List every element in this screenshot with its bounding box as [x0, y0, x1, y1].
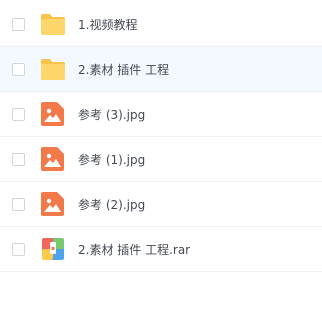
file-row-6[interactable]: 2.素材 插件 工程.rar: [0, 227, 322, 272]
file-name[interactable]: 参考 (1).jpg: [78, 151, 145, 168]
file-row-4[interactable]: 参考 (1).jpg: [0, 137, 322, 182]
row-checkbox[interactable]: [12, 152, 25, 166]
file-row-5[interactable]: 参考 (2).jpg: [0, 182, 322, 227]
image-icon: [40, 147, 66, 171]
image-icon: [40, 102, 66, 126]
row-checkbox[interactable]: [12, 197, 25, 211]
file-row-1[interactable]: 1.视频教程: [0, 2, 322, 47]
file-row-3[interactable]: 参考 (3).jpg: [0, 92, 322, 137]
folder-icon: [40, 12, 66, 36]
image-icon: [40, 192, 66, 216]
row-checkbox[interactable]: [12, 107, 25, 121]
archive-icon: [40, 237, 66, 261]
row-checkbox[interactable]: [12, 242, 25, 256]
file-name[interactable]: 1.视频教程: [78, 16, 137, 33]
file-name[interactable]: 2.素材 插件 工程: [78, 61, 169, 78]
file-list: 1.视频教程 2.素材 插件 工程 参考 (3).jpg 参考 (1).jpg …: [0, 0, 322, 325]
row-checkbox[interactable]: [12, 17, 25, 31]
file-name[interactable]: 参考 (3).jpg: [78, 106, 145, 123]
file-row-2[interactable]: 2.素材 插件 工程: [0, 47, 322, 92]
file-name[interactable]: 参考 (2).jpg: [78, 196, 145, 213]
folder-icon: [40, 57, 66, 81]
row-checkbox[interactable]: [12, 62, 25, 76]
file-name[interactable]: 2.素材 插件 工程.rar: [78, 241, 190, 258]
